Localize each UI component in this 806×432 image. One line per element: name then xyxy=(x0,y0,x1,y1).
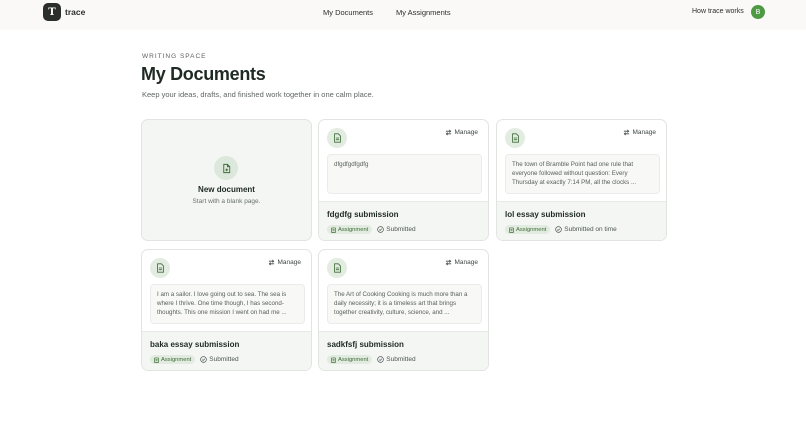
status-label: Submitted xyxy=(386,226,416,233)
status-text: Submitted xyxy=(377,356,416,363)
new-document-card[interactable]: New document Start with a blank page. xyxy=(141,119,312,241)
manage-button[interactable]: Manage xyxy=(445,259,479,266)
document-title[interactable]: lol essay submission xyxy=(505,210,585,219)
swap-arrows-icon xyxy=(623,129,629,136)
status-text: Submitted on time xyxy=(555,226,617,233)
status-label: Submitted xyxy=(386,356,416,363)
page-eyebrow: WRITING SPACE xyxy=(142,53,207,60)
brand-name[interactable]: trace xyxy=(65,7,85,17)
manage-label: Manage xyxy=(454,129,479,136)
status-text: Submitted xyxy=(377,226,416,233)
document-icon xyxy=(327,258,347,278)
document-card[interactable]: Manage The town of Bramble Point had one… xyxy=(496,119,667,241)
assignment-badge: Assignment xyxy=(327,355,373,364)
assignment-badge: Assignment xyxy=(150,355,196,364)
manage-label: Manage xyxy=(277,259,302,266)
manage-label: Manage xyxy=(632,129,657,136)
page-subtitle: Keep your ideas, drafts, and finished wo… xyxy=(142,90,374,99)
document-icon xyxy=(327,128,347,148)
card-footer: baka essay submission Assignment Submitt… xyxy=(142,331,311,370)
document-icon xyxy=(505,128,525,148)
trace-logo[interactable]: T xyxy=(43,3,61,21)
new-document-subtitle: Start with a blank page. xyxy=(192,198,261,205)
check-circle-icon xyxy=(555,226,563,233)
swap-arrows-icon xyxy=(268,259,274,266)
document-title[interactable]: baka essay submission xyxy=(150,340,239,349)
new-document-title: New document xyxy=(198,185,255,194)
document-title[interactable]: fdgdfg submission xyxy=(327,210,399,219)
document-icon xyxy=(150,258,170,278)
assignment-label: Assignment xyxy=(161,356,192,363)
document-preview: The town of Bramble Point had one rule t… xyxy=(505,154,660,194)
manage-button[interactable]: Manage xyxy=(445,129,479,136)
top-nav-bar: T trace My Documents My Assignments How … xyxy=(0,0,806,30)
new-file-icon xyxy=(214,156,238,180)
document-card[interactable]: Manage dfgdfgdfgdfg fdgdfg submission As… xyxy=(318,119,489,241)
document-card[interactable]: Manage The Art of Cooking Cooking is muc… xyxy=(318,249,489,371)
status-label: Submitted xyxy=(209,356,239,363)
status-text: Submitted xyxy=(200,356,239,363)
status-label: Submitted on time xyxy=(564,226,617,233)
assignment-badge: Assignment xyxy=(327,225,373,234)
check-circle-icon xyxy=(200,356,208,363)
clipboard-icon xyxy=(154,357,159,363)
check-circle-icon xyxy=(377,356,385,363)
document-card[interactable]: Manage I am a sailor. I love going out t… xyxy=(141,249,312,371)
swap-arrows-icon xyxy=(445,259,451,266)
assignment-badge: Assignment xyxy=(505,225,551,234)
check-circle-icon xyxy=(377,226,385,233)
document-preview: dfgdfgdfgdfg xyxy=(327,154,482,194)
user-avatar[interactable]: B xyxy=(751,5,765,19)
page-title: My Documents xyxy=(141,64,266,84)
assignment-label: Assignment xyxy=(338,356,369,363)
card-footer: sadkfsfj submission Assignment Submitted xyxy=(319,331,488,370)
card-footer: fdgdfg submission Assignment Submitted xyxy=(319,201,488,240)
clipboard-icon xyxy=(331,357,336,363)
assignment-label: Assignment xyxy=(338,226,369,233)
assignment-label: Assignment xyxy=(516,226,547,233)
document-preview: I am a sailor. I love going out to sea. … xyxy=(150,284,305,324)
how-trace-works-link[interactable]: How trace works xyxy=(692,8,744,15)
manage-button[interactable]: Manage xyxy=(623,129,657,136)
card-footer: lol essay submission Assignment Submitte… xyxy=(497,201,666,240)
manage-label: Manage xyxy=(454,259,479,266)
clipboard-icon xyxy=(331,227,336,233)
nav-my-assignments[interactable]: My Assignments xyxy=(396,8,451,17)
clipboard-icon xyxy=(509,227,514,233)
swap-arrows-icon xyxy=(445,129,451,136)
manage-button[interactable]: Manage xyxy=(268,259,302,266)
nav-my-documents[interactable]: My Documents xyxy=(323,8,373,17)
document-preview: The Art of Cooking Cooking is much more … xyxy=(327,284,482,324)
document-title[interactable]: sadkfsfj submission xyxy=(327,340,404,349)
